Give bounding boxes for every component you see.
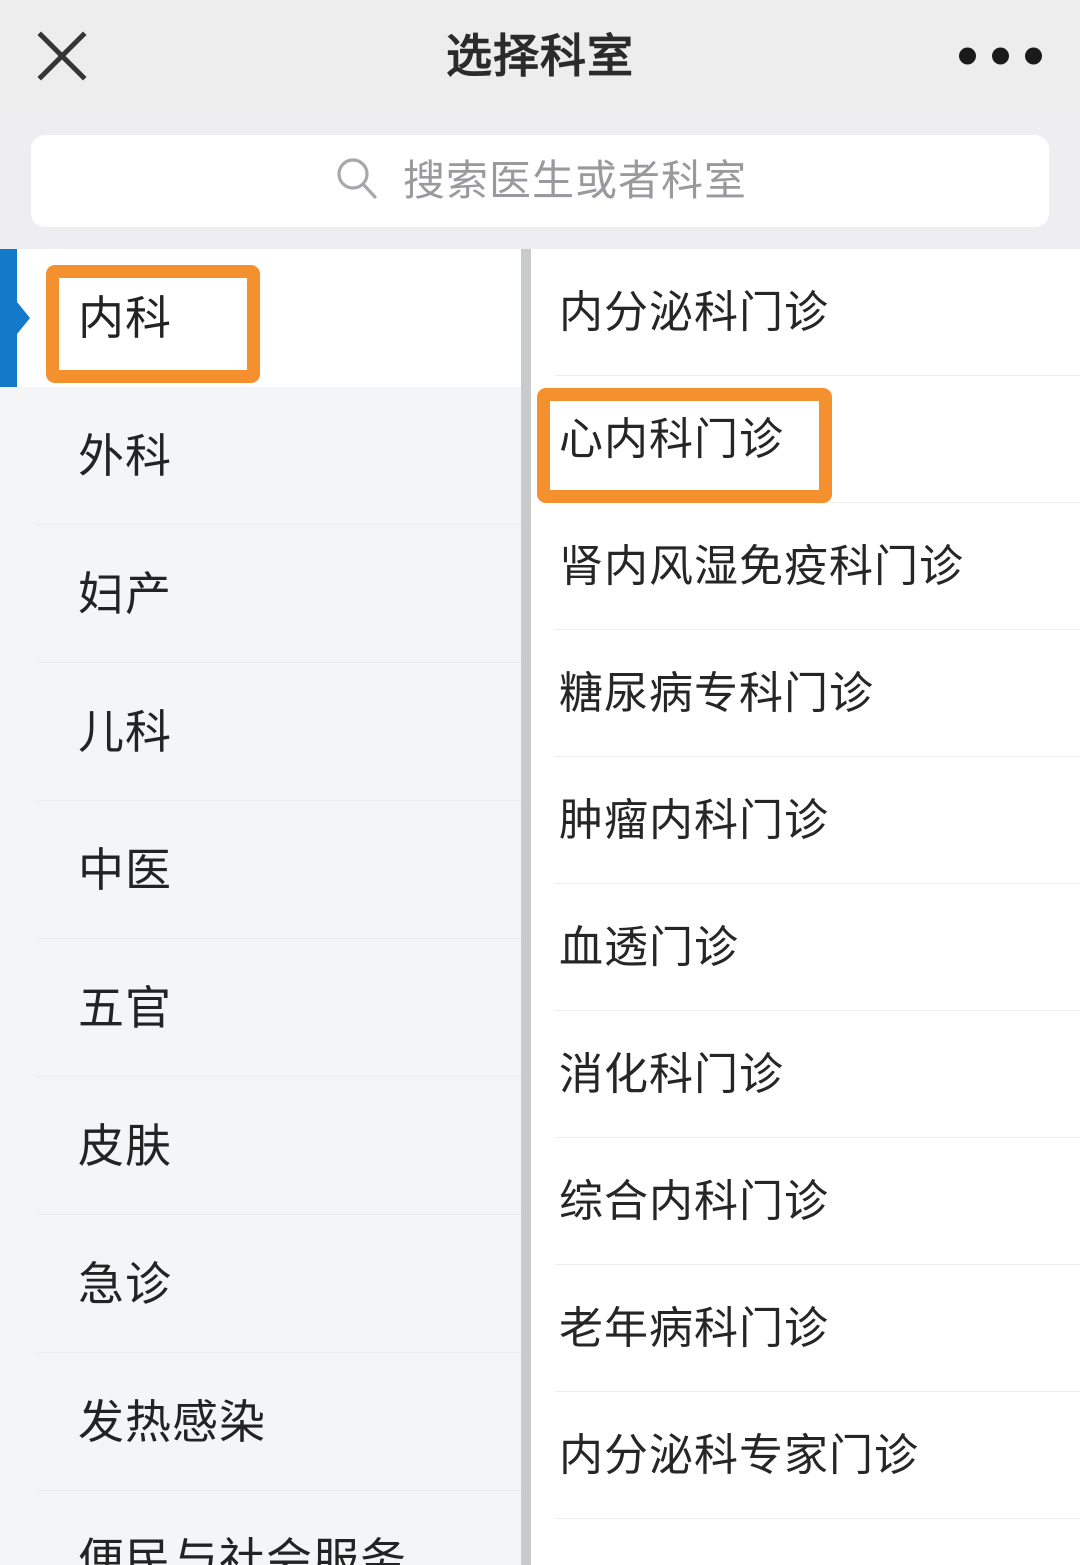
search-section: 搜索医生或者科室 (0, 112, 1080, 249)
department-list-item[interactable]: 老年病科门诊 (531, 1265, 1080, 1392)
department-picker-screen: 选择科室 搜索医生或者科室 内科外科妇产儿科中医五官皮肤急诊发热感染 (0, 0, 1080, 1565)
department-item-label: 心内科门诊 (559, 414, 784, 464)
department-list-item[interactable]: 肾内风湿免疫科门诊 (531, 503, 1080, 630)
more-options-icon[interactable] (959, 47, 1042, 65)
sidebar-item[interactable]: 五官 (0, 939, 531, 1077)
department-item-label: 内分泌科专家门诊 (559, 1430, 919, 1480)
sidebar-item-label: 外科 (78, 430, 172, 482)
more-dot (959, 47, 976, 65)
search-icon (333, 154, 381, 207)
search-input[interactable]: 搜索医生或者科室 (31, 134, 1049, 227)
navigation-bar: 选择科室 (0, 0, 1080, 112)
content-columns: 内科外科妇产儿科中医五官皮肤急诊发热感染便民与社会服务 内分泌科门诊 心内科门诊肾… (0, 249, 1080, 1565)
more-dot (1025, 47, 1042, 65)
more-dot (992, 47, 1009, 65)
department-list-item[interactable]: 综合内科门诊 (531, 1138, 1080, 1265)
sidebar-item[interactable]: 妇产 (0, 525, 531, 663)
sidebar-item[interactable]: 皮肤 (0, 1077, 531, 1215)
department-list-item[interactable]: 内分泌科专家门诊 (531, 1392, 1080, 1519)
sidebar-item-label: 妇产 (78, 568, 172, 620)
search-placeholder: 搜索医生或者科室 (402, 156, 747, 204)
sidebar-item-label: 皮肤 (78, 1120, 172, 1172)
sidebar-item-label: 五官 (78, 982, 172, 1034)
sidebar-item[interactable]: 发热感染 (0, 1353, 531, 1491)
selected-category-indicator (0, 249, 30, 387)
department-item-label: 老年病科门诊 (559, 1303, 829, 1353)
department-item-label: 消化科门诊 (559, 1049, 784, 1099)
department-item-label: 内分泌科门诊 (559, 287, 829, 337)
department-item-label: 肾内风湿免疫科门诊 (559, 541, 964, 591)
department-list-item[interactable]: 血透门诊 (531, 884, 1080, 1011)
department-list-item[interactable]: 糖尿病专科门诊 (531, 630, 1080, 757)
department-list-item[interactable]: 肿瘤内科门诊 (531, 757, 1080, 884)
category-sidebar[interactable]: 内科外科妇产儿科中医五官皮肤急诊发热感染便民与社会服务 (0, 249, 531, 1565)
department-list-item[interactable]: 消化科门诊 (531, 1011, 1080, 1138)
department-list[interactable]: 内分泌科门诊 心内科门诊肾内风湿免疫科门诊 糖尿病专科门诊 肿瘤内科门诊 血透门诊消化科… (531, 249, 1080, 1565)
department-list-item[interactable]: 内分泌科门诊 (531, 249, 1080, 376)
sidebar-scroll-track[interactable] (521, 249, 531, 1565)
department-item-label: 综合内科门诊 (559, 1176, 829, 1226)
sidebar-item-label: 儿科 (78, 706, 172, 758)
department-item-label: 血透门诊 (559, 922, 739, 972)
sidebar-item-label: 便民与社会服务 (78, 1534, 407, 1565)
department-list-item[interactable]: 心内科门诊 (531, 376, 1080, 503)
sidebar-item-label: 中医 (78, 844, 172, 896)
department-item-label: 肿瘤内科门诊 (559, 795, 829, 845)
department-item-label: 糖尿病专科门诊 (559, 668, 874, 718)
indicator-arrow-icon (17, 302, 30, 334)
sidebar-item[interactable]: 外科 (0, 387, 531, 525)
sidebar-item-label: 内科 (78, 292, 172, 344)
sidebar-item[interactable]: 儿科 (0, 663, 531, 801)
sidebar-item[interactable]: 内科 (0, 249, 531, 387)
sidebar-item[interactable]: 便民与社会服务 (0, 1491, 531, 1565)
sidebar-item-label: 急诊 (78, 1258, 172, 1310)
sidebar-item-label: 发热感染 (78, 1396, 266, 1448)
sidebar-item[interactable]: 急诊 (0, 1215, 531, 1353)
page-title: 选择科室 (446, 30, 634, 82)
sidebar-item[interactable]: 中医 (0, 801, 531, 939)
